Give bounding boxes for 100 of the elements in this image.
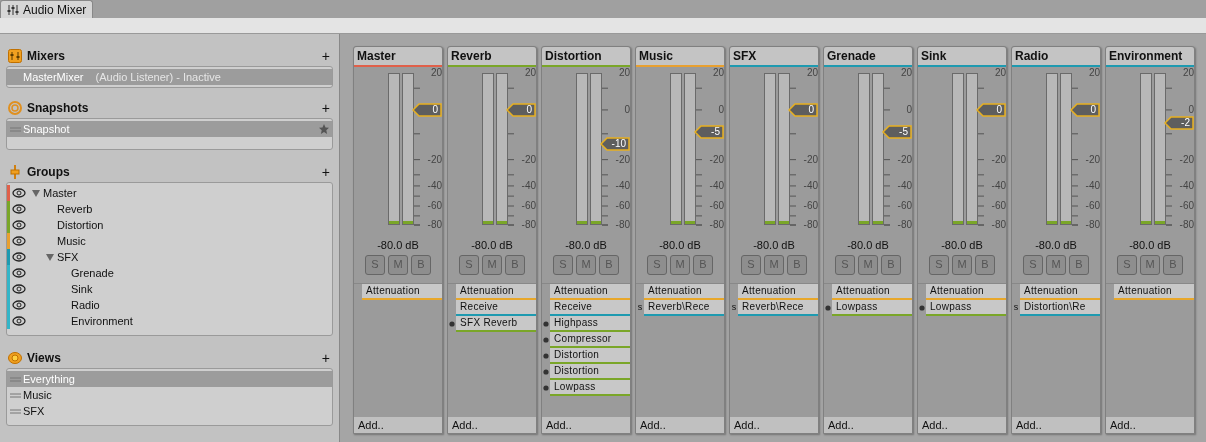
scale-label: -20 [990, 153, 1006, 166]
effect-slot[interactable]: Attenuation [832, 283, 912, 300]
section-title: Groups [27, 164, 71, 181]
add-effect-button[interactable]: Add.. [636, 417, 724, 433]
group-item[interactable]: Radio [71, 296, 100, 314]
fader-handle[interactable]: 0 [788, 102, 818, 117]
fader-handle[interactable]: -5 [694, 125, 724, 140]
add-effect-button[interactable]: Add.. [1012, 417, 1100, 433]
scale-label: -20 [426, 153, 442, 166]
group-item[interactable]: Grenade [71, 264, 114, 282]
scale-label: -40 [802, 179, 818, 192]
dot-icon [825, 304, 831, 311]
effect-slot[interactable]: Attenuation [1114, 283, 1194, 300]
scale-label: -20 [614, 153, 630, 166]
group-item[interactable]: Master [43, 184, 77, 202]
fader-handle[interactable]: 0 [412, 102, 442, 117]
scale-label: 20 [711, 67, 724, 79]
db-reading: -80.0 dB [846, 238, 890, 253]
fader-handle[interactable]: 0 [1070, 102, 1100, 117]
add-effect-button[interactable]: Add.. [1106, 417, 1194, 433]
add-effect-button[interactable]: Add.. [448, 417, 536, 433]
fader-handle[interactable]: -10 [600, 137, 630, 152]
scale-label: -60 [802, 200, 818, 212]
group-item[interactable]: SFX [57, 248, 79, 266]
channel-name: Music [636, 47, 724, 67]
scale-label: 20 [899, 67, 912, 79]
scale-label: 20 [429, 67, 442, 79]
scale-label: -80 [802, 219, 818, 231]
send-marker: s [731, 300, 737, 314]
fader-handle[interactable]: 0 [506, 102, 536, 117]
scale-label: 20 [993, 67, 1006, 79]
window-tab[interactable]: Audio Mixer [0, 0, 94, 18]
effect-slot[interactable]: Attenuation [926, 283, 1006, 300]
group-item[interactable]: Reverb [57, 200, 93, 218]
group-item[interactable]: Sink [71, 280, 93, 298]
eye-icon [12, 284, 26, 294]
scale-label: -80 [426, 219, 442, 231]
scale-label: -20 [802, 153, 818, 166]
effect-slot[interactable]: Attenuation [456, 283, 536, 300]
group-item[interactable]: Music [57, 232, 86, 250]
fader-icon [8, 165, 22, 179]
channel-name: Master [354, 47, 442, 67]
scale-label: 0 [717, 103, 724, 116]
fader-handle[interactable]: 0 [976, 102, 1006, 117]
channel-name: Distortion [542, 47, 630, 67]
add-button[interactable]: + [321, 165, 330, 179]
scale-label: -20 [1084, 153, 1100, 166]
eye-icon [12, 204, 26, 214]
add-effect-button[interactable]: Add.. [542, 417, 630, 433]
scale-label: -80 [520, 219, 536, 231]
scale-label: -60 [1084, 200, 1100, 212]
dot-icon [543, 368, 549, 375]
scale-label: -60 [990, 200, 1006, 212]
scale-label: 20 [617, 67, 630, 79]
scale-label: 0 [623, 103, 630, 116]
db-reading: -80.0 dB [752, 238, 796, 253]
scale-label: 0 [1187, 103, 1194, 116]
add-effect-button[interactable]: Add.. [730, 417, 818, 433]
section-title: Snapshots [27, 100, 90, 117]
eye-icon [12, 188, 26, 198]
scale-label: -60 [614, 200, 630, 212]
scale-label: -40 [1084, 179, 1100, 192]
add-effect-button[interactable]: Add.. [824, 417, 912, 433]
mixer-sliders-icon [7, 3, 19, 16]
effect-slot[interactable]: Attenuation [738, 283, 818, 300]
scale-label: -60 [426, 200, 442, 212]
scale-label: -40 [990, 179, 1006, 192]
send-marker: s [637, 300, 643, 314]
effect-slot[interactable]: Attenuation [550, 283, 630, 300]
dot-icon [543, 384, 549, 391]
channel-name: Reverb [448, 47, 536, 67]
fader-handle[interactable]: -2 [1164, 116, 1194, 131]
scale-label: 0 [905, 103, 912, 116]
scale-label: 20 [805, 67, 818, 79]
view-item[interactable]: Music [23, 386, 52, 404]
group-item[interactable]: Environment [71, 312, 133, 330]
add-effect-button[interactable]: Add.. [354, 417, 442, 433]
effect-slot[interactable]: Attenuation [362, 283, 442, 300]
scale-label: -80 [614, 219, 630, 231]
scale-label: -80 [1084, 219, 1100, 231]
group-item[interactable]: Distortion [57, 216, 104, 234]
add-button[interactable]: + [321, 101, 330, 115]
effect-slot[interactable]: Attenuation [644, 283, 724, 300]
mixer-icon [8, 49, 22, 63]
eye-icon [12, 220, 26, 230]
eye-icon [12, 236, 26, 246]
dot-icon [449, 320, 455, 327]
scale-label: 20 [1181, 67, 1194, 79]
effect-slot[interactable]: Attenuation [1020, 283, 1100, 300]
scale-label: -20 [520, 153, 536, 166]
expand-arrow-icon[interactable] [32, 188, 40, 198]
send-marker: s [1013, 300, 1019, 314]
add-button[interactable]: + [321, 351, 330, 365]
fader-handle[interactable]: -5 [882, 125, 912, 140]
add-button[interactable]: + [321, 49, 330, 63]
scale-label: -60 [896, 200, 912, 212]
expand-arrow-icon[interactable] [46, 252, 54, 262]
scale-label: -80 [708, 219, 724, 231]
view-item[interactable]: SFX [23, 402, 45, 420]
add-effect-button[interactable]: Add.. [918, 417, 1006, 433]
